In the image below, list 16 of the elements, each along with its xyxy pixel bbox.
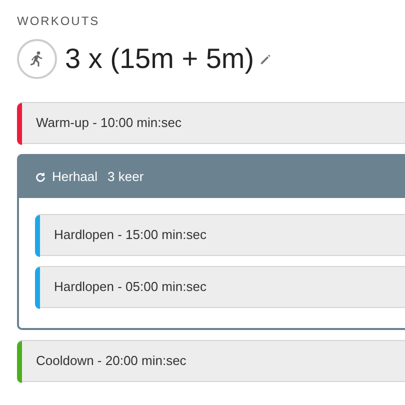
pencil-icon[interactable] bbox=[260, 54, 272, 64]
workout-step[interactable]: Cooldown - 20:00 min:sec bbox=[17, 340, 405, 382]
workout-step[interactable]: Hardlopen - 05:00 min:sec bbox=[35, 266, 405, 308]
repeat-header[interactable]: Herhaal 3 keer bbox=[19, 156, 405, 198]
repeat-label: Herhaal bbox=[52, 168, 98, 186]
workout-title: 3 x (15m + 5m) bbox=[65, 42, 254, 76]
step-label: Hardlopen - 05:00 min:sec bbox=[54, 278, 206, 296]
step-label: Hardlopen - 15:00 min:sec bbox=[54, 226, 206, 244]
section-label: WORKOUTS bbox=[17, 13, 101, 30]
repeat-count: 3 keer bbox=[108, 168, 144, 186]
step-label: Warm-up - 10:00 min:sec bbox=[36, 114, 182, 132]
repeat-icon bbox=[35, 172, 46, 182]
runner-icon bbox=[17, 39, 57, 79]
step-label: Cooldown - 20:00 min:sec bbox=[36, 352, 186, 370]
workout-step[interactable]: Warm-up - 10:00 min:sec bbox=[17, 102, 405, 144]
workout-step[interactable]: Hardlopen - 15:00 min:sec bbox=[35, 214, 405, 256]
